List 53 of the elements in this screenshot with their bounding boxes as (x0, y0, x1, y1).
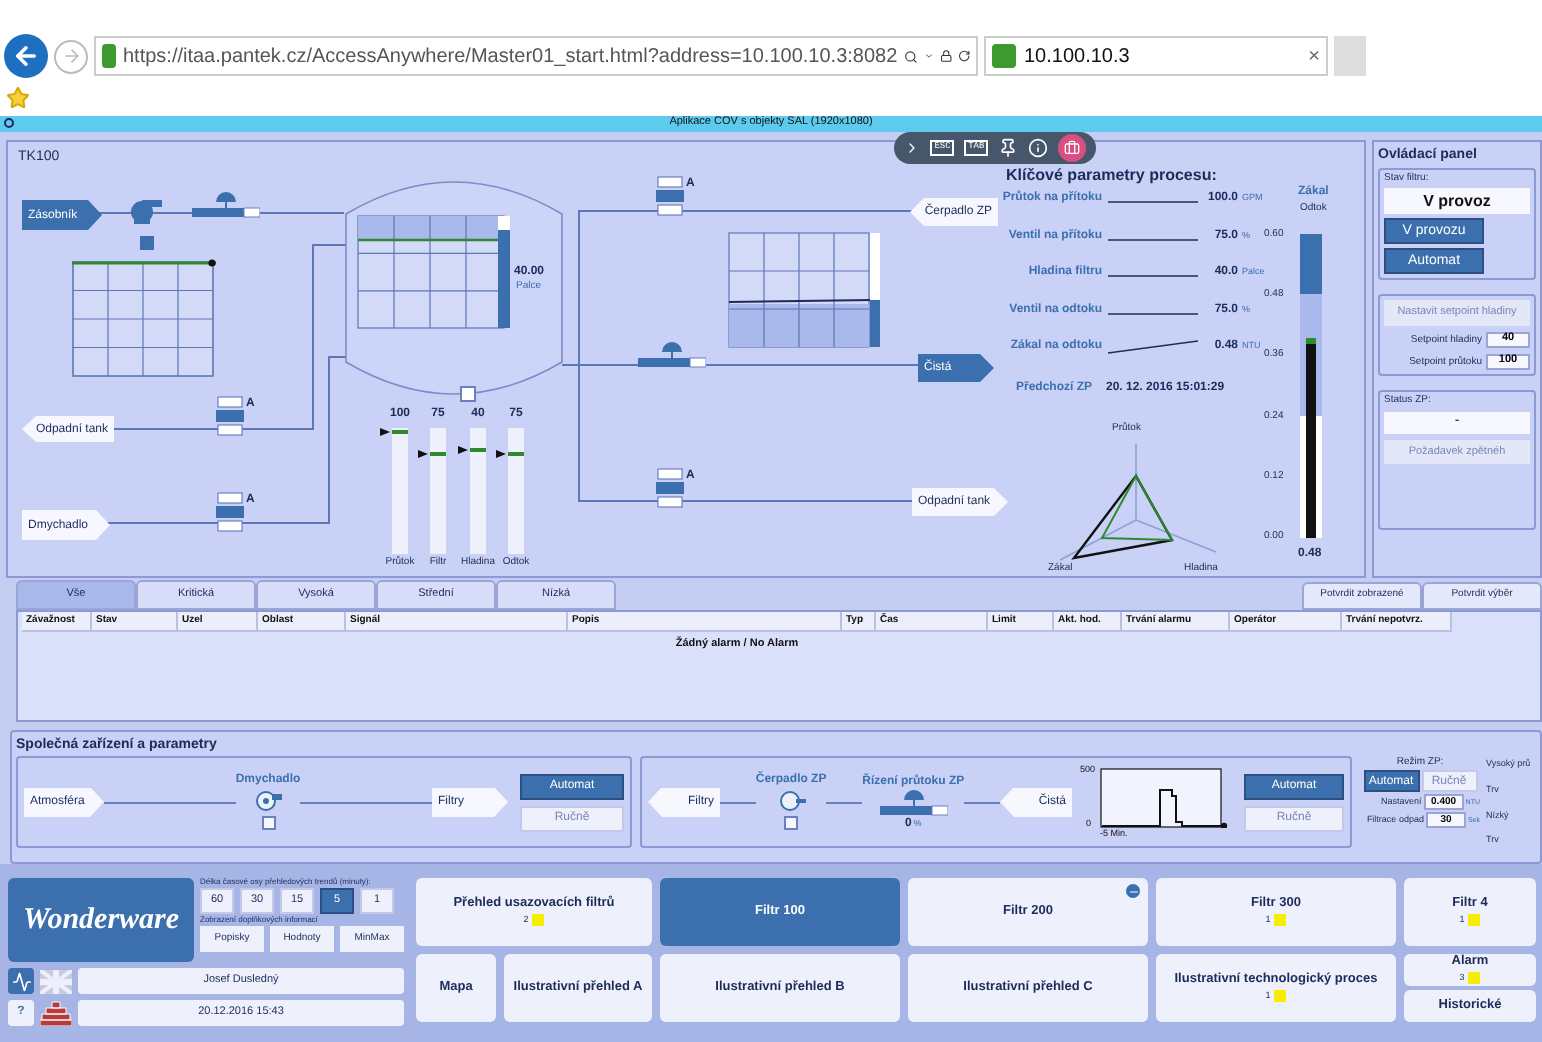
alarm-indicator-icon (1274, 990, 1287, 1003)
status-square (140, 236, 154, 250)
minimize-icon[interactable] (1126, 884, 1140, 898)
forward-arrow-icon (61, 46, 81, 66)
pin-icon[interactable] (998, 138, 1018, 158)
pointer-icon (418, 449, 428, 458)
valve-icon (216, 396, 244, 436)
url-text[interactable]: https://itaa.pantek.cz/AccessAnywhere/Master01_start.html?address=10.100.10.3:8082 (122, 41, 898, 71)
valve-icon (192, 192, 260, 218)
pipe-line (964, 801, 1001, 803)
close-button[interactable]: × (1308, 41, 1320, 71)
valve-icon (879, 789, 948, 815)
pointer-icon (380, 427, 390, 436)
site-icon (992, 44, 1016, 68)
valve-icon (656, 176, 684, 216)
pump-icon (128, 196, 162, 224)
bricks-icon[interactable] (40, 1000, 72, 1026)
search-icon[interactable] (903, 45, 918, 67)
refresh-icon[interactable] (957, 46, 970, 66)
lock-icon (939, 46, 952, 66)
logo: Wonderware (8, 878, 194, 962)
case-glyph-icon (1063, 140, 1080, 156)
alarm-indicator-icon (532, 914, 545, 927)
checkbox[interactable] (784, 816, 799, 830)
valve-icon (656, 468, 684, 508)
back-button[interactable] (4, 34, 48, 78)
valve-icon (638, 342, 706, 368)
pointer-icon (458, 445, 468, 454)
browser-tab[interactable]: 10.100.10.3 × (984, 36, 1328, 76)
valve-icon (216, 492, 244, 532)
alarm-indicator-icon (1274, 914, 1287, 927)
app-icon (4, 118, 14, 128)
status-square (460, 386, 476, 402)
checkbox[interactable] (261, 816, 275, 830)
site-icon (102, 44, 117, 68)
info-icon[interactable] (1027, 138, 1048, 158)
trend-line-icon (1108, 340, 1198, 354)
pipe-line (104, 801, 236, 803)
section-title: Klíčové parametry procesu: (1006, 168, 1217, 184)
trend-chart-drawing (1100, 768, 1233, 828)
alarm-indicator-icon (1468, 914, 1481, 927)
pointer-icon (496, 449, 506, 458)
pipe-line (720, 801, 756, 803)
briefcase-icon[interactable] (1057, 134, 1086, 162)
blower-icon (254, 790, 282, 812)
pipe-line (826, 801, 863, 803)
pulse-icon[interactable] (8, 968, 34, 994)
tab-title: 10.100.10.3 (1024, 43, 1132, 71)
state-field: V provoz (1384, 188, 1530, 214)
pump-icon (777, 790, 806, 812)
alarm-indicator-icon (1468, 972, 1481, 985)
pulse-line-icon (11, 971, 31, 991)
pipe-line (300, 801, 432, 803)
